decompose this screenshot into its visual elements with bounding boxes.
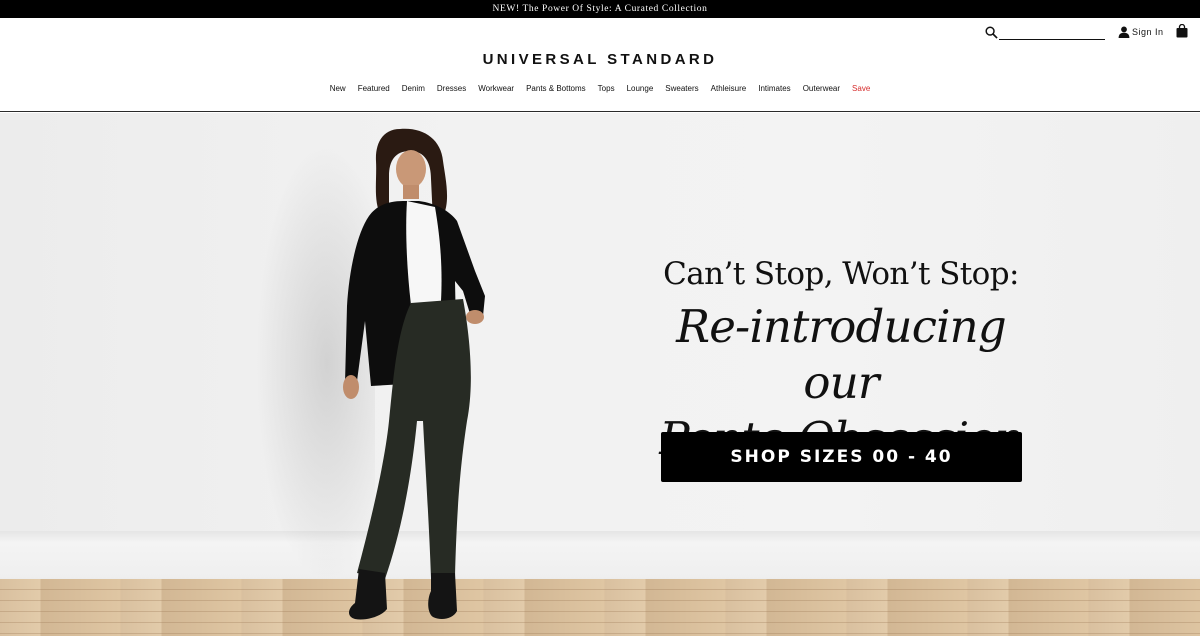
site-logo[interactable]: UNIVERSAL STANDARD	[0, 51, 1200, 68]
hero-floor-lines	[0, 579, 1200, 636]
nav-item-sweaters[interactable]: Sweaters	[659, 83, 704, 95]
shopping-bag-icon[interactable]	[1176, 24, 1188, 38]
shop-sizes-button[interactable]: SHOP SIZES 00 - 40	[661, 432, 1022, 482]
hero-title-line-1: Re-introducing our	[676, 300, 1007, 409]
sign-in-link[interactable]: Sign In	[1118, 25, 1164, 39]
site-header: Sign In UNIVERSAL STANDARD New Featured …	[0, 18, 1200, 112]
nav-item-tops[interactable]: Tops	[592, 83, 621, 95]
nav-item-lounge[interactable]: Lounge	[621, 83, 660, 95]
main-nav: New Featured Denim Dresses Workwear Pant…	[0, 83, 1200, 95]
nav-item-dresses[interactable]: Dresses	[431, 83, 472, 95]
hero-banner[interactable]: Can’t Stop, Won’t Stop: Re-introducing o…	[0, 113, 1200, 636]
search-input[interactable]	[999, 26, 1105, 40]
nav-item-workwear[interactable]: Workwear	[472, 83, 520, 95]
search-icon[interactable]	[985, 26, 998, 39]
nav-item-new[interactable]: New	[324, 83, 352, 95]
nav-item-featured[interactable]: Featured	[352, 83, 396, 95]
hero-model-image	[343, 128, 485, 620]
hero-kicker: Can’t Stop, Won’t Stop:	[663, 256, 1019, 292]
nav-item-athleisure[interactable]: Athleisure	[705, 83, 753, 95]
nav-item-pants-bottoms[interactable]: Pants & Bottoms	[520, 83, 592, 95]
nav-item-intimates[interactable]: Intimates	[752, 83, 796, 95]
nav-item-outerwear[interactable]: Outerwear	[797, 83, 846, 95]
user-icon	[1118, 26, 1130, 38]
sign-in-label: Sign In	[1132, 27, 1164, 37]
announcement-text[interactable]: NEW! The Power Of Style: A Curated Colle…	[493, 4, 708, 14]
announcement-bar[interactable]: NEW! The Power Of Style: A Curated Colle…	[0, 0, 1200, 18]
nav-item-save[interactable]: Save	[846, 83, 876, 95]
nav-item-denim[interactable]: Denim	[396, 83, 431, 95]
